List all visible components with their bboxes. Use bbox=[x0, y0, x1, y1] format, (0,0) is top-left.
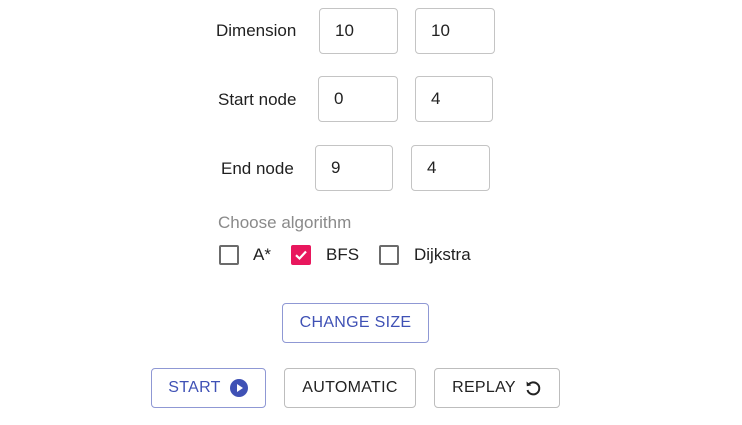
bfs-checkbox[interactable] bbox=[291, 245, 311, 265]
start-node-y-input[interactable] bbox=[415, 76, 493, 122]
algorithm-legend: Choose algorithm bbox=[218, 213, 352, 232]
play-circle-icon bbox=[229, 378, 249, 398]
change-size-button-label: CHANGE SIZE bbox=[299, 314, 412, 331]
bfs-label: BFS bbox=[326, 245, 360, 264]
astar-label: A* bbox=[253, 245, 271, 264]
start-node-label: Start node bbox=[218, 90, 297, 109]
astar-checkbox[interactable] bbox=[219, 245, 239, 265]
end-node-label: End node bbox=[221, 159, 294, 178]
replay-icon bbox=[524, 379, 542, 397]
start-node-x-input[interactable] bbox=[318, 76, 398, 122]
end-node-x-input[interactable] bbox=[315, 145, 393, 191]
start-button[interactable]: START bbox=[151, 368, 266, 408]
replay-button[interactable]: REPLAY bbox=[434, 368, 560, 408]
end-node-y-input[interactable] bbox=[411, 145, 490, 191]
change-size-button[interactable]: CHANGE SIZE bbox=[282, 303, 429, 343]
automatic-button[interactable]: AUTOMATIC bbox=[284, 368, 416, 408]
dijkstra-label: Dijkstra bbox=[414, 245, 471, 264]
dimension-cols-input[interactable] bbox=[415, 8, 495, 54]
start-button-label: START bbox=[168, 379, 221, 396]
dimension-rows-input[interactable] bbox=[319, 8, 398, 54]
dimension-label: Dimension bbox=[216, 21, 297, 40]
automatic-button-label: AUTOMATIC bbox=[302, 379, 398, 396]
checkmark-icon bbox=[295, 250, 307, 261]
dijkstra-checkbox[interactable] bbox=[379, 245, 399, 265]
replay-button-label: REPLAY bbox=[452, 379, 516, 396]
